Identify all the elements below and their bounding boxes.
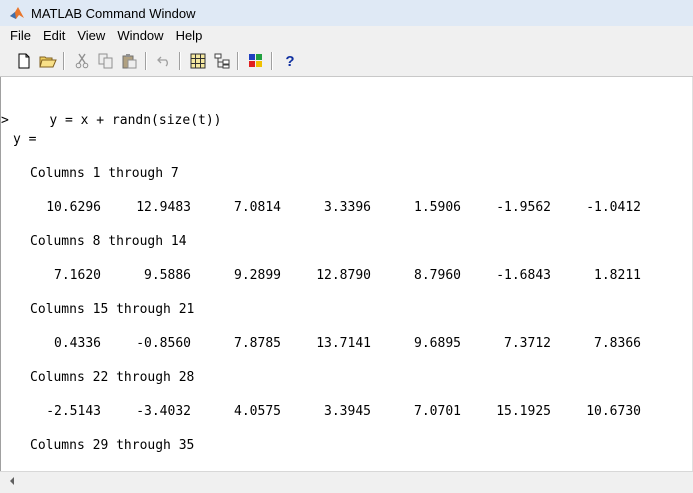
menu-edit[interactable]: Edit [37,26,71,46]
copy-icon[interactable] [95,50,117,72]
value-cell: 12.9483 [136,200,191,215]
value-cell: 7.0814 [234,200,281,215]
command-window[interactable]: > y = x + randn(size(t)) y = Columns 1 th… [0,77,693,471]
simulink-icon[interactable] [245,50,267,72]
undo-icon[interactable] [153,50,175,72]
value-cell: 7.0701 [414,404,461,419]
value-row: 0.4336 -0.8560 7.8785 13.7141 9.6895 7.3… [1,336,661,352]
window-title: MATLAB Command Window [31,5,196,21]
value-cell: 3.3396 [324,200,371,215]
value-cell: 7.1620 [54,268,101,283]
column-header: Columns 8 through 14 [30,234,187,249]
menu-help[interactable]: Help [170,26,209,46]
value-cell: 10.6296 [46,200,101,215]
value-cell: -2.5143 [46,404,101,419]
value-cell: 9.6895 [414,336,461,351]
value-row: 7.1620 9.5886 9.2899 12.8790 8.7960 -1.6… [1,268,661,284]
toolbar-separator [145,52,147,70]
value-cell: 1.5906 [414,200,461,215]
column-header: Columns 15 through 21 [30,302,195,317]
command-line: > y = x + randn(size(t)) [1,97,222,145]
value-cell: -1.0412 [586,200,641,215]
value-cell: 4.0575 [234,404,281,419]
value-cell: -1.6843 [496,268,551,283]
column-header: Columns 22 through 28 [30,370,195,385]
menu-view[interactable]: View [71,26,111,46]
value-cell: 9.5886 [144,268,191,283]
prompt-symbol: > [1,113,9,128]
column-header: Columns 29 through 35 [30,438,195,453]
workspace-icon[interactable] [187,50,209,72]
value-cell: 10.6730 [586,404,641,419]
title-bar: MATLAB Command Window [0,0,693,26]
toolbar-separator [179,52,181,70]
menu-window[interactable]: Window [111,26,169,46]
value-cell: 8.7960 [414,268,461,283]
menu-file[interactable]: File [0,26,37,46]
value-cell: 9.2899 [234,268,281,283]
command-text: y = x + randn(size(t)) [49,113,222,128]
paste-icon[interactable] [119,50,141,72]
value-cell: -0.8560 [136,336,191,351]
path-browser-icon[interactable] [211,50,233,72]
column-header: Columns 1 through 7 [30,166,179,181]
value-row: 10.6296 12.9483 7.0814 3.3396 1.5906 -1.… [1,200,661,216]
value-cell: 13.7141 [316,336,371,351]
value-cell: 7.8366 [594,336,641,351]
cut-icon[interactable] [71,50,93,72]
toolbar-separator [237,52,239,70]
open-folder-icon[interactable] [37,50,59,72]
toolbar-separator [63,52,65,70]
value-cell: 0.4336 [54,336,101,351]
value-cell: 12.8790 [316,268,371,283]
value-cell: -3.4032 [136,404,191,419]
value-cell: 15.1925 [496,404,551,419]
value-cell: 1.8211 [594,268,641,283]
new-file-icon[interactable] [13,50,35,72]
menu-bar: File Edit View Window Help [0,26,693,46]
result-header: y = [13,132,37,147]
value-cell: 7.8785 [234,336,281,351]
help-icon[interactable]: ? [279,50,301,72]
toolbar: ? [0,46,693,77]
value-cell: 7.3712 [504,336,551,351]
horizontal-scrollbar[interactable] [0,471,693,493]
scroll-left-arrow-icon[interactable] [10,477,14,485]
value-cell: 3.3945 [324,404,371,419]
value-cell: -1.9562 [496,200,551,215]
toolbar-separator [271,52,273,70]
matlab-logo-icon [10,7,24,19]
value-row: -2.5143 -3.4032 4.0575 3.3945 7.0701 15.… [1,404,661,420]
